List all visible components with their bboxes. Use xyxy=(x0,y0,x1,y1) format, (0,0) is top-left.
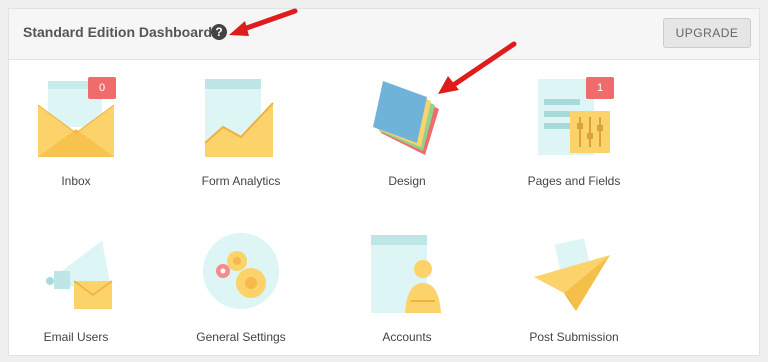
tile-inbox[interactable]: 0 Inbox xyxy=(1,75,151,205)
annotation-arrow-design xyxy=(438,41,517,94)
page-title: Standard Edition Dashboard xyxy=(23,24,213,40)
tile-label: Email Users xyxy=(43,330,109,344)
annotation-arrow-help xyxy=(229,8,298,36)
tile-accounts[interactable]: Accounts xyxy=(332,231,482,361)
tile-email-users[interactable]: Email Users xyxy=(1,231,151,361)
gears-icon xyxy=(203,233,279,309)
tile-label: Pages and Fields xyxy=(527,174,621,188)
tile-label: Inbox xyxy=(61,174,91,188)
upgrade-button[interactable]: UPGRADE xyxy=(663,18,751,48)
tile-general-settings[interactable]: General Settings xyxy=(166,231,316,361)
analytics-chart-icon xyxy=(204,79,274,157)
megaphone-mail-icon xyxy=(46,241,113,309)
user-account-icon xyxy=(371,235,441,313)
tile-label: Design xyxy=(388,174,426,188)
inbox-badge: 0 xyxy=(88,77,116,99)
pages-fields-badge: 1 xyxy=(586,77,614,99)
tile-label: General Settings xyxy=(196,330,286,344)
dashboard-header: Standard Edition Dashboard ? UPGRADE xyxy=(9,9,759,60)
tile-label: Form Analytics xyxy=(201,174,281,188)
tile-label: Post Submission xyxy=(529,330,619,344)
paper-plane-icon xyxy=(534,238,610,311)
dashboard-panel: Standard Edition Dashboard ? UPGRADE 0 I… xyxy=(8,8,760,356)
tile-form-analytics[interactable]: Form Analytics xyxy=(166,75,316,205)
tile-label: Accounts xyxy=(382,330,432,344)
tile-post-submission[interactable]: Post Submission xyxy=(499,231,649,361)
